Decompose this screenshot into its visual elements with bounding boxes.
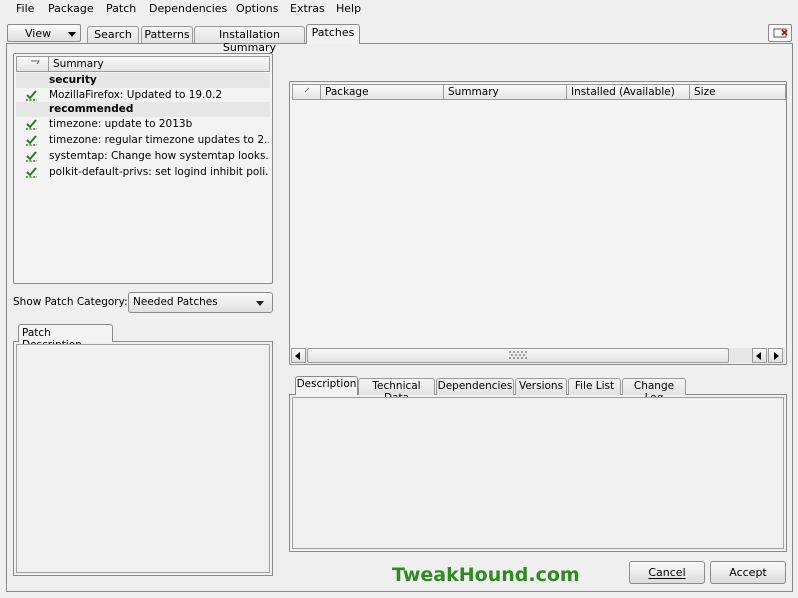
patch-label: MozillaFirefox: Updated to 19.0.2	[49, 89, 223, 101]
category-filter-value: Needed Patches	[133, 296, 218, 308]
category-filter-select[interactable]: Needed Patches	[128, 292, 273, 313]
chevron-down-icon	[68, 32, 76, 37]
menu-options[interactable]: Options	[236, 2, 278, 15]
tab-dependencies[interactable]: Dependencies	[436, 378, 514, 395]
patch-list[interactable]: Summary security MozillaFirefox: Updated…	[13, 53, 273, 284]
list-item[interactable]: polkit-default-privs: set logind inhibit…	[16, 165, 270, 180]
sort-icon	[304, 87, 310, 93]
tab-change-log[interactable]: Change Log	[622, 378, 686, 404]
scroll-right-button[interactable]	[768, 348, 783, 363]
tab-file-list[interactable]: File List	[568, 378, 621, 395]
menu-file[interactable]: File	[16, 2, 34, 15]
list-item[interactable]: MozillaFirefox: Updated to 19.0.2	[16, 88, 270, 103]
menu-bar: File Package Patch Dependencies Options …	[0, 0, 798, 20]
menu-help[interactable]: Help	[336, 2, 361, 15]
status-column-header[interactable]	[292, 84, 321, 100]
cancel-button[interactable]: Cancel	[629, 561, 705, 584]
check-icon	[26, 167, 37, 178]
summary-column-header[interactable]: Summary	[443, 84, 567, 100]
tab-versions[interactable]: Versions	[515, 378, 567, 395]
check-icon	[26, 135, 37, 146]
tab-search[interactable]: Search	[87, 26, 139, 43]
check-icon	[26, 119, 37, 130]
list-item-category[interactable]: recommended	[16, 102, 270, 117]
size-column-header[interactable]: Size	[689, 84, 786, 100]
view-button-label: View	[25, 27, 52, 40]
menu-patch[interactable]: Patch	[106, 2, 136, 15]
accept-button[interactable]: Accept	[710, 561, 786, 584]
list-item[interactable]: systemtap: Change how systemtap looks...	[16, 149, 270, 164]
sort-icon	[31, 60, 40, 65]
view-button[interactable]: View	[7, 24, 81, 42]
chevron-down-icon	[256, 301, 264, 306]
arrow-left-icon	[756, 352, 761, 360]
tab-installation-summary[interactable]: Installation Summary	[194, 26, 305, 54]
tab-technical-data[interactable]: Technical Data	[358, 378, 435, 404]
list-item[interactable]: timezone: regular timezone updates to 2.…	[16, 133, 270, 148]
summary-column-header[interactable]: Summary	[48, 56, 270, 72]
patch-label: polkit-default-privs: set logind inhibit…	[49, 166, 269, 178]
category-label: security	[49, 74, 97, 86]
accept-button-label: Accept	[729, 566, 767, 579]
arrow-left-icon	[295, 352, 300, 360]
clear-button[interactable]	[768, 24, 792, 42]
tab-patches[interactable]: Patches	[306, 24, 360, 44]
package-column-header[interactable]: Package	[320, 84, 444, 100]
scroll-left-button[interactable]	[752, 348, 767, 363]
horizontal-scrollbar[interactable]	[291, 348, 785, 363]
tab-patch-description[interactable]: Patch Description	[18, 324, 113, 351]
status-column-header[interactable]	[16, 56, 49, 72]
menu-extras[interactable]: Extras	[290, 2, 325, 15]
check-icon	[26, 90, 37, 101]
tab-patterns[interactable]: Patterns	[141, 26, 193, 43]
patch-description-view[interactable]	[16, 344, 270, 573]
category-filter-label: Show Patch Category:	[13, 296, 128, 308]
details-view[interactable]	[292, 397, 784, 549]
installed-column-header[interactable]: Installed (Available)	[566, 84, 690, 100]
list-item[interactable]: timezone: update to 2013b	[16, 117, 270, 132]
scroll-left-button[interactable]	[291, 348, 306, 363]
arrow-right-icon	[774, 352, 779, 360]
category-label: recommended	[49, 103, 134, 115]
watermark-text: TweakHound.com	[392, 564, 580, 586]
menu-package[interactable]: Package	[48, 2, 94, 15]
clear-icon	[773, 28, 788, 38]
patch-label: timezone: update to 2013b	[49, 118, 193, 130]
patch-label: timezone: regular timezone updates to 2.…	[49, 134, 269, 146]
cancel-button-label: Cancel	[648, 566, 686, 579]
list-item-category[interactable]: security	[16, 73, 270, 88]
tab-description[interactable]: Description	[295, 376, 358, 395]
check-icon	[26, 151, 37, 162]
package-table[interactable]: Package Summary Installed (Available) Si…	[289, 81, 787, 365]
patch-label: systemtap: Change how systemtap looks...	[49, 150, 269, 162]
scrollbar-thumb[interactable]	[307, 348, 729, 363]
menu-dependencies[interactable]: Dependencies	[149, 2, 227, 15]
grip-icon	[509, 351, 527, 359]
